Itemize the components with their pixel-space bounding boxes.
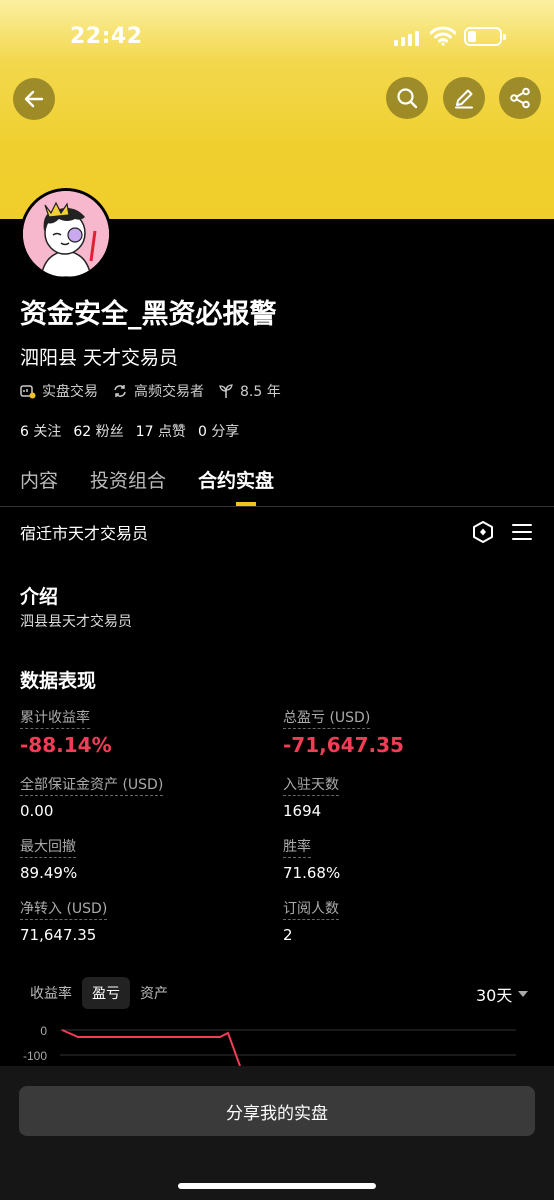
stat-likes[interactable]: 17 点赞 xyxy=(136,421,186,441)
tag-label: 高频交易者 xyxy=(134,384,204,400)
edit-button[interactable] xyxy=(443,77,485,119)
metric-label[interactable]: 最大回撤 xyxy=(20,836,76,858)
metric-win-rate: 胜率 71.68% xyxy=(283,836,340,882)
stat-value: 17 xyxy=(135,424,154,440)
chart-type-tabs: 收益率 盈亏 资产 xyxy=(20,977,178,1009)
performance-heading: 数据表现 xyxy=(20,670,97,692)
cellular-signal-icon xyxy=(394,30,422,46)
pnl-series-line xyxy=(61,1029,241,1066)
share-icon-button[interactable] xyxy=(499,77,541,119)
profile-location: 泗阳县 天才交易员 xyxy=(20,347,179,369)
metric-value: 0.00 xyxy=(20,802,54,820)
pencil-icon xyxy=(455,89,473,109)
metric-value: -88.14% xyxy=(20,733,112,757)
menu-icon[interactable] xyxy=(512,523,532,541)
wifi-icon xyxy=(430,26,456,46)
intro-heading: 介绍 xyxy=(20,586,59,608)
search-button[interactable] xyxy=(386,77,428,119)
search-icon xyxy=(397,88,418,109)
share-icon xyxy=(510,87,530,109)
high-frequency-icon xyxy=(114,385,126,397)
metric-value: 71.68% xyxy=(283,864,341,882)
tabs-divider xyxy=(0,506,554,507)
back-button[interactable] xyxy=(13,78,55,120)
metric-margin-assets: 全部保证金资产 (USD) 0.00 xyxy=(20,774,164,820)
metric-label[interactable]: 入驻天数 xyxy=(283,774,339,796)
stat-label: 分享 xyxy=(211,424,240,440)
pnl-chart: 0 -100 xyxy=(23,1024,516,1066)
chart-period-label: 30天 xyxy=(476,986,513,1005)
tag-high-frequency: 高频交易者 xyxy=(112,381,204,401)
tag-label: 实盘交易 xyxy=(42,384,98,400)
metric-label[interactable]: 订阅人数 xyxy=(283,898,339,920)
profile-tags: 实盘交易 高频交易者 8.5 年 xyxy=(20,381,281,401)
tag-label: 8.5 年 xyxy=(240,384,281,400)
metric-value: 2 xyxy=(283,926,293,944)
chart-tab-pnl[interactable]: 盈亏 xyxy=(82,977,130,1009)
sprout-icon xyxy=(219,384,233,398)
metric-max-drawdown: 最大回撤 89.49% xyxy=(20,836,77,882)
hexagon-settings-icon[interactable] xyxy=(472,520,494,544)
metric-days-joined: 入驻天数 1694 xyxy=(283,774,339,820)
profile-stats: 6 关注 62 粉丝 17 点赞 0 分享 xyxy=(20,421,239,441)
stat-followers[interactable]: 62 粉丝 xyxy=(73,421,123,441)
chart-period-select[interactable]: 30天 xyxy=(476,982,529,1006)
stat-shares[interactable]: 0 分享 xyxy=(198,421,239,441)
back-arrow-icon xyxy=(24,90,44,108)
stat-label: 关注 xyxy=(33,424,62,440)
metric-label[interactable]: 净转入 (USD) xyxy=(20,898,108,920)
tab-futures-live[interactable]: 合约实盘 xyxy=(198,466,274,493)
home-indicator xyxy=(178,1183,376,1189)
metric-label[interactable]: 总盈亏 (USD) xyxy=(283,707,371,729)
tab-portfolio[interactable]: 投资组合 xyxy=(90,466,166,493)
tag-live-trade: 实盘交易 xyxy=(20,381,98,401)
metric-label[interactable]: 累计收益率 xyxy=(20,707,90,729)
chevron-down-icon xyxy=(518,991,529,997)
stat-following[interactable]: 6 关注 xyxy=(20,421,61,441)
metric-net-transfer: 净转入 (USD) 71,647.35 xyxy=(20,898,108,944)
y-tick-label: -100 xyxy=(23,1049,47,1063)
stat-value: 0 xyxy=(197,424,207,440)
stat-value: 6 xyxy=(20,424,29,440)
avatar-illustration xyxy=(23,191,109,277)
battery-icon xyxy=(464,27,506,46)
metric-value: 89.49% xyxy=(20,864,78,882)
status-time: 22:42 xyxy=(70,24,143,49)
share-live-trade-button[interactable]: 分享我的实盘 xyxy=(19,1086,535,1136)
y-tick-label: 0 xyxy=(40,1024,47,1038)
metric-value: 71,647.35 xyxy=(20,926,97,944)
stat-label: 粉丝 xyxy=(95,424,124,440)
profile-name: 资金安全_黑资必报警 xyxy=(20,299,277,330)
metric-label[interactable]: 全部保证金资产 (USD) xyxy=(20,774,164,796)
metric-total-pnl: 总盈亏 (USD) -71,647.35 xyxy=(283,707,404,757)
tag-years: 8.5 年 xyxy=(218,381,281,401)
metric-subscribers: 订阅人数 2 xyxy=(283,898,339,944)
account-title: 宿迁市天才交易员 xyxy=(20,524,149,543)
chart-tab-return-rate[interactable]: 收益率 xyxy=(20,977,82,1009)
avatar[interactable] xyxy=(20,188,112,280)
stat-label: 点赞 xyxy=(157,424,186,440)
stat-value: 62 xyxy=(73,424,92,440)
tab-content[interactable]: 内容 xyxy=(20,466,58,493)
chart-tab-assets[interactable]: 资产 xyxy=(130,977,178,1009)
metric-cumulative-return: 累计收益率 -88.14% xyxy=(20,707,112,757)
intro-text: 泗县县天才交易员 xyxy=(20,614,132,630)
metric-value: 1694 xyxy=(283,802,322,820)
live-trade-icon xyxy=(20,385,36,399)
metric-label[interactable]: 胜率 xyxy=(283,836,311,858)
status-bar: 22:42 xyxy=(0,0,554,76)
profile-tabs: 内容 投资组合 合约实盘 xyxy=(20,466,274,493)
metric-value: -71,647.35 xyxy=(283,733,404,757)
